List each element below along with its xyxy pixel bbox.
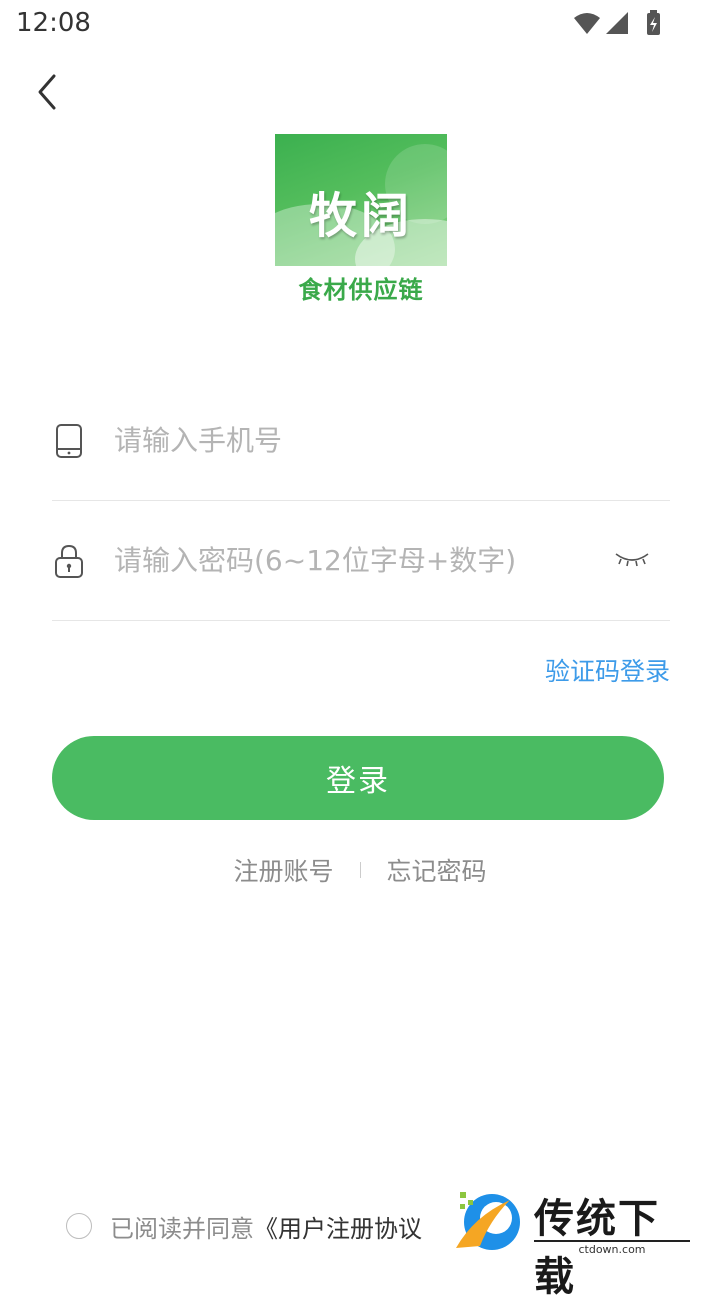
logo-main-text: 牧阔 xyxy=(308,188,413,244)
back-button[interactable] xyxy=(26,68,70,116)
eye-closed-icon[interactable] xyxy=(612,548,652,572)
password-field xyxy=(52,500,670,621)
status-bar: 12:08 xyxy=(0,0,720,50)
status-time: 12:08 xyxy=(16,8,91,38)
lock-icon xyxy=(54,544,84,578)
agreement-text: 已阅读并同意《用户注册协议 xyxy=(110,1209,422,1244)
status-icons xyxy=(570,10,670,40)
forgot-password-link[interactable]: 忘记密码 xyxy=(386,852,486,888)
battery-icon xyxy=(647,10,660,35)
login-button[interactable]: 登录 xyxy=(52,736,664,820)
agreement-checkbox[interactable] xyxy=(66,1213,92,1239)
password-input[interactable] xyxy=(114,530,594,590)
phone-input[interactable] xyxy=(114,410,594,470)
app-logo: 牧阔 食材供应链 xyxy=(274,133,448,304)
phone-icon xyxy=(54,424,84,458)
account-links: 注册账号 忘记密码 xyxy=(0,852,720,888)
register-link[interactable]: 注册账号 xyxy=(234,852,334,888)
wifi-icon xyxy=(574,13,600,34)
sms-login-link[interactable]: 验证码登录 xyxy=(545,652,670,688)
signal-icon xyxy=(606,12,628,34)
watermark-logo-icon xyxy=(450,1186,528,1256)
agreement-prefix: 已阅读并同意 xyxy=(110,1215,254,1243)
chevron-left-icon xyxy=(38,74,56,110)
logo-tile: 牧阔 xyxy=(275,134,447,266)
watermark-subtitle: ctdown.com xyxy=(534,1240,690,1256)
watermark: 传统下载 ctdown.com xyxy=(448,1182,696,1300)
user-agreement-link[interactable]: 《用户注册协议 xyxy=(254,1215,422,1243)
phone-field xyxy=(52,380,670,501)
logo-sub-text: 食材供应链 xyxy=(298,276,424,304)
links-divider xyxy=(359,862,361,878)
